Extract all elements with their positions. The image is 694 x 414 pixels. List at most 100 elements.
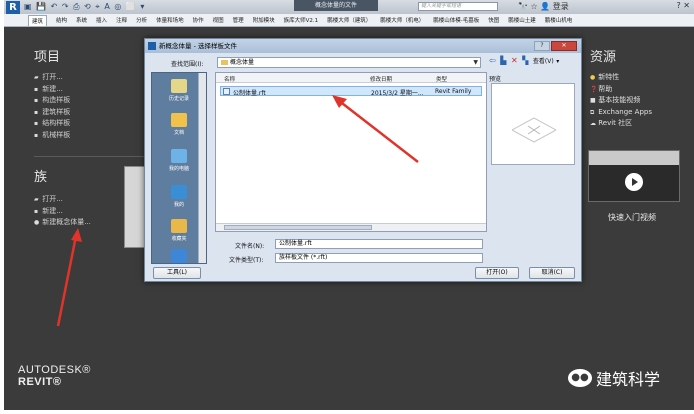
back-icon[interactable]: ⇦	[489, 56, 496, 65]
desktop-icon	[171, 249, 187, 263]
architectural-template-link[interactable]: ▪ 建筑样板	[34, 107, 70, 119]
new-file-icon: ▪	[34, 207, 39, 215]
help-icon[interactable]: ?	[677, 1, 681, 10]
tab-quick-draw[interactable]: 快图	[488, 16, 499, 24]
scrollbar-thumb[interactable]	[224, 225, 372, 230]
template-icon: ▪	[34, 108, 39, 116]
look-in-dropdown[interactable]: 概念体量 ▼	[217, 57, 481, 68]
column-date[interactable]: 修改日期	[370, 75, 392, 83]
tab-civil[interactable]: 鹏楼山土建	[508, 16, 536, 24]
views-menu[interactable]: 查看(V)	[533, 58, 554, 65]
tab-mep-master[interactable]: 鹏楼大师（机电）	[380, 16, 424, 24]
user-icon[interactable]: 👤	[540, 2, 550, 11]
preview-label: 预览	[489, 76, 502, 83]
tab-architecture[interactable]: 建筑	[28, 14, 48, 26]
help-icon[interactable]: ?	[534, 41, 550, 51]
chevron-down-icon[interactable]: ▾	[556, 58, 559, 65]
filetype-select[interactable]: 族样板文件 (*.rft)	[275, 253, 483, 263]
whats-new-link[interactable]: ● 新特性	[590, 72, 652, 84]
quick-access-toolbar[interactable]: ▣ 💾 ↶ ↷ ⎙ ⟲ ⌖ A ◎ ⬜ ▾	[24, 2, 145, 12]
binoculars-icon[interactable]: 🔭	[518, 2, 528, 11]
close-icon[interactable]: ✕	[551, 41, 577, 51]
up-folder-icon[interactable]: ▙	[500, 56, 506, 65]
new-file-icon: ▪	[34, 85, 39, 93]
revit-logo-icon[interactable]: R	[6, 1, 20, 14]
file-list-scrollbar[interactable]	[216, 223, 486, 231]
places-scrollbar[interactable]	[198, 73, 206, 263]
tab-insert[interactable]: 插入	[96, 16, 107, 24]
tab-formwork[interactable]: 鹏楼山体模-毛墓板	[433, 16, 479, 24]
column-name[interactable]: 名称	[224, 75, 235, 83]
sign-in-label[interactable]: 登录	[553, 2, 569, 11]
tools-button[interactable]: 工具(L)	[153, 267, 201, 279]
section-divider	[34, 156, 144, 157]
look-in-label: 查找范围(I):	[171, 61, 204, 68]
tab-manage[interactable]: 管理	[233, 16, 244, 24]
dialog-title-bar: 新概念体量 - 选择样板文件 ? ✕	[145, 39, 581, 53]
close-icon[interactable]: ✕	[683, 1, 690, 10]
tab-structure[interactable]: 结构	[56, 16, 67, 24]
new-conceptual-mass-link[interactable]: ● 新建概念体量...	[34, 217, 91, 229]
project-new-link[interactable]: ▪ 新建...	[34, 84, 70, 96]
folder-icon: ▰	[34, 196, 39, 203]
new-folder-icon[interactable]: ▚	[522, 56, 528, 65]
open-button[interactable]: 打开(O)	[475, 267, 519, 279]
file-date: 2015/3/2 星期一...	[371, 90, 424, 97]
network-icon	[171, 185, 187, 199]
preview-pane	[491, 83, 575, 165]
help-link[interactable]: ❓ 帮助	[590, 84, 652, 96]
bulb-icon: ●	[590, 74, 596, 81]
mass-icon: ●	[34, 219, 40, 226]
tab-mep[interactable]: 鹏楼山机电	[545, 16, 573, 24]
exchange-apps-link[interactable]: ⧉ Exchange Apps	[590, 107, 652, 119]
tab-view[interactable]: 视图	[213, 16, 224, 24]
community-icon: ☁	[590, 120, 596, 127]
resources-heading: 资源	[590, 50, 617, 65]
template-file-icon	[223, 88, 230, 95]
mechanical-template-link[interactable]: ▪ 机械样板	[34, 130, 70, 142]
exchange-icon: ⧉	[590, 108, 595, 116]
search-input[interactable]: 键入关键字或短语	[418, 2, 498, 11]
video-strip	[589, 151, 679, 165]
quickstart-video-thumbnail[interactable]	[588, 150, 680, 202]
title-bar: R ▣ 💾 ↶ ↷ ⎙ ⟲ ⌖ A ◎ ⬜ ▾ 概念体量的文件 键入关键字或短语…	[4, 0, 694, 14]
essential-skills-link[interactable]: ■ 基本技能视频	[590, 95, 652, 107]
documents-icon	[171, 113, 187, 127]
tab-collaborate[interactable]: 协作	[193, 16, 204, 24]
quickstart-video-label[interactable]: 快速入门视频	[608, 212, 656, 223]
column-type[interactable]: 类型	[436, 75, 447, 83]
chevron-down-icon[interactable]: ▼	[473, 58, 478, 67]
structural-template-link[interactable]: ▪ 结构样板	[34, 118, 70, 130]
autodesk-revit-logo: AUTODESK® REVIT®	[18, 364, 91, 388]
filetype-label: 文件类型(T):	[229, 257, 264, 264]
family-new-link[interactable]: ▪ 新建...	[34, 206, 91, 218]
tab-arch-master[interactable]: 鹏楼大师（建筑）	[327, 16, 371, 24]
file-row[interactable]: 公制体量.rft 2015/3/2 星期一... Revit Family	[220, 86, 482, 97]
revit-logo-icon	[148, 42, 156, 50]
revit-app-window: R ▣ 💾 ↶ ↷ ⎙ ⟲ ⌖ A ◎ ⬜ ▾ 概念体量的文件 键入关键字或短语…	[4, 0, 694, 410]
family-thumbnail[interactable]	[124, 166, 146, 248]
titlebar-tools[interactable]: 🔭 ☆ 👤 登录	[518, 1, 569, 12]
revit-community-link[interactable]: ☁ Revit 社区	[590, 118, 652, 130]
window-controls[interactable]: ? ✕	[677, 1, 691, 10]
play-icon[interactable]	[625, 173, 643, 191]
tab-analyze[interactable]: 分析	[136, 16, 147, 24]
tab-addins[interactable]: 附加模块	[253, 16, 275, 24]
tab-systems[interactable]: 系统	[76, 16, 87, 24]
file-list-header: 名称 修改日期 类型	[216, 73, 486, 83]
delete-icon[interactable]: ✕	[511, 56, 518, 65]
filename-input[interactable]: 公制体量.rft	[275, 239, 483, 249]
template-icon: ▪	[34, 131, 39, 139]
family-open-link[interactable]: ▰ 打开...	[34, 194, 91, 206]
tab-massing-site[interactable]: 体量和场地	[156, 16, 184, 24]
tab-family-library[interactable]: 族库大师V2.1	[284, 16, 319, 24]
construction-template-link[interactable]: ▪ 构造样板	[34, 95, 70, 107]
star-icon[interactable]: ☆	[531, 2, 538, 11]
cancel-button[interactable]: 取消(C)	[529, 267, 575, 279]
project-open-link[interactable]: ▰ 打开...	[34, 72, 70, 84]
computer-icon	[171, 149, 187, 163]
question-icon: ❓	[590, 85, 598, 93]
template-icon: ▪	[34, 120, 39, 127]
families-heading: 族	[34, 170, 48, 185]
tab-annotate[interactable]: 注释	[116, 16, 127, 24]
